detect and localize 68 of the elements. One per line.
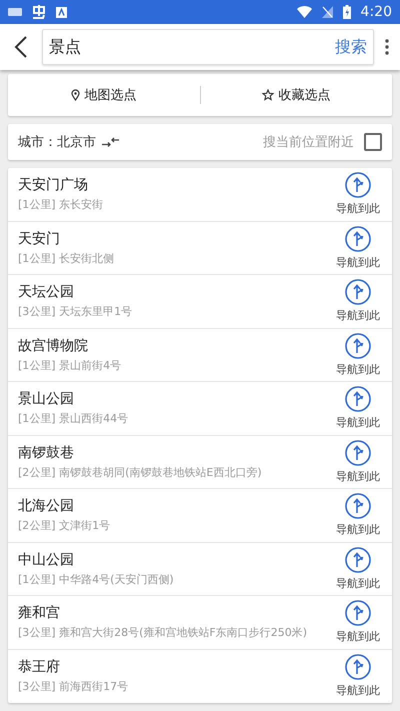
navigate-button[interactable]: 导航到此 (332, 493, 384, 538)
result-item[interactable]: 南锣鼓巷 [2公里] 南锣鼓巷胡同(南锣鼓巷地铁站E西北口旁) 导航到此 (8, 436, 392, 489)
navigation-icon (345, 440, 371, 466)
place-name: 天安门 (18, 230, 61, 248)
bug-icon (32, 4, 46, 20)
no-signal-icon (322, 6, 333, 18)
place-address: [1公里] 中华路4号(天安门西侧) (18, 572, 175, 587)
result-item[interactable]: 雍和宫 [3公里] 雍和宫大街28号(雍和宫地铁站F东南口步行250米) 导航到此 (8, 596, 392, 650)
place-name: 故宫博物院 (18, 336, 89, 355)
result-item[interactable]: 故宫博物院 [1公里] 景山前街4号 导航到此 (8, 328, 392, 382)
navigate-button[interactable]: 导航到此 (332, 279, 384, 324)
place-address: [1公里] 景山前街4号 (18, 358, 122, 373)
location-pin-icon (71, 89, 80, 101)
nearby-checkbox[interactable] (364, 133, 382, 151)
place-address: [3公里] 天坛东里甲1号 (18, 304, 134, 320)
navigate-button[interactable]: 导航到此 (332, 440, 384, 484)
place-name: 中山公园 (18, 550, 75, 569)
place-address: [2公里] 南锣鼓巷胡同(南锣鼓巷地铁站E西北口旁) (18, 464, 263, 480)
navigation-icon (345, 386, 371, 412)
search-button[interactable]: 搜索 (333, 36, 369, 58)
place-name: 天安门广场 (18, 176, 89, 194)
app-icon (56, 6, 67, 18)
navigate-button[interactable]: 导航到此 (332, 332, 384, 377)
wifi-icon (296, 6, 312, 18)
navigation-icon (345, 600, 371, 626)
result-item[interactable]: 天安门广场 [1公里] 东长安街 导航到此 (8, 168, 392, 222)
navigate-button[interactable]: 导航到此 (332, 546, 384, 591)
navigation-icon (345, 546, 371, 573)
navigation-icon (345, 279, 371, 306)
result-item[interactable]: 天坛公园 [3公里] 天坛东里甲1号 导航到此 (8, 275, 392, 328)
place-address: [1公里] 景山西街44号 (18, 411, 130, 426)
result-item[interactable]: 北海公园 [2公里] 文津街1号 导航到此 (8, 489, 392, 542)
place-name: 恭王府 (18, 658, 61, 676)
navigation-icon (345, 654, 371, 680)
search-field[interactable]: 景点 搜索 (42, 29, 374, 65)
navigation-icon (345, 226, 371, 252)
result-item[interactable]: 天安门 [1公里] 长安街北侧 导航到此 (8, 222, 392, 275)
battery-icon (342, 5, 351, 19)
star-icon (262, 89, 274, 101)
place-name: 景山公园 (18, 390, 75, 408)
place-address: [3公里] 雍和宫大街28号(雍和宫地铁站F东南口步行250米) (18, 625, 308, 640)
swap-arrows-icon[interactable] (102, 137, 120, 147)
nearby-label: 搜当前位置附近 (263, 134, 354, 151)
result-item[interactable]: 景山公园 [1公里] 景山西街44号 导航到此 (8, 382, 392, 436)
navigation-icon (345, 172, 371, 198)
place-address: [2公里] 文津街1号 (18, 518, 112, 534)
result-item[interactable]: 恭王府 [3公里] 前海西街17号 导航到此 (8, 650, 392, 703)
more-menu-icon[interactable] (385, 39, 389, 55)
place-name: 南锣鼓巷 (18, 444, 75, 462)
pick-option-button[interactable]: 地图选点 (8, 74, 200, 116)
place-address: [3公里] 前海西街17号 (18, 679, 130, 694)
place-address: [1公里] 东长安街 (18, 197, 104, 212)
keyboard-icon (8, 8, 22, 16)
place-name: 天坛公园 (18, 283, 75, 302)
place-name: 北海公园 (18, 497, 75, 516)
pick-option-button[interactable]: 收藏选点 (200, 74, 392, 116)
city-selector[interactable]: 城市：北京市 (18, 133, 96, 151)
navigate-button[interactable]: 导航到此 (332, 600, 384, 644)
navigate-button[interactable]: 导航到此 (332, 654, 384, 698)
navigate-button[interactable]: 导航到此 (332, 226, 384, 270)
navigation-icon (345, 493, 371, 520)
navigate-button[interactable]: 导航到此 (332, 172, 384, 216)
status-time: 4:20 (360, 4, 392, 20)
place-name: 雍和宫 (18, 604, 61, 622)
result-item[interactable]: 中山公园 [1公里] 中华路4号(天安门西侧) 导航到此 (8, 542, 392, 596)
navigate-button[interactable]: 导航到此 (332, 386, 384, 430)
place-address: [1公里] 长安街北侧 (18, 250, 116, 266)
navigation-icon (345, 332, 371, 359)
